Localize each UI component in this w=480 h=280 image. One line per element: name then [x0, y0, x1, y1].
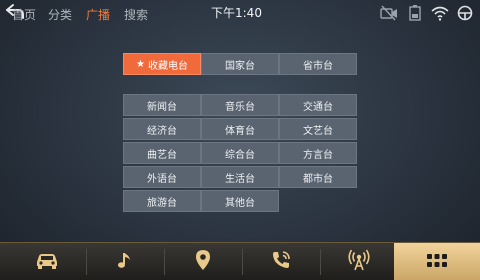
car-icon	[34, 250, 60, 274]
arts-station-button[interactable]: 文艺台	[279, 118, 357, 140]
general-station-button[interactable]: 综合台	[201, 142, 279, 164]
steering-wheel-icon	[456, 5, 474, 21]
tab-home[interactable]: 首页	[12, 6, 36, 23]
other-station-button[interactable]: 其他台	[201, 190, 279, 212]
tab-broadcast[interactable]: 广播	[86, 6, 110, 23]
apps-grid-icon	[427, 253, 447, 272]
favorites-button[interactable]: ★ 收藏电台	[123, 53, 201, 75]
dock-radio-button[interactable]	[320, 243, 398, 280]
battery-icon	[406, 5, 424, 21]
tab-search[interactable]: 搜索	[124, 6, 148, 23]
top-bar: 首页 分类 广播 搜索 下午1:40	[0, 0, 480, 28]
dock-navigation-button[interactable]	[164, 243, 242, 280]
foreign-language-station-button[interactable]: 外语台	[123, 166, 201, 188]
video-off-icon	[380, 5, 398, 21]
opera-station-button[interactable]: 曲艺台	[123, 142, 201, 164]
city-station-button[interactable]: 都市台	[279, 166, 357, 188]
music-icon	[115, 250, 135, 274]
favorites-label: 收藏电台	[147, 60, 188, 72]
travel-station-button[interactable]: 旅游台	[123, 190, 201, 212]
location-icon	[194, 249, 212, 275]
clock-time: 下午1:40	[211, 6, 262, 20]
dock-phone-button[interactable]	[242, 243, 320, 280]
bottom-dock	[0, 242, 480, 280]
music-station-button[interactable]: 音乐台	[201, 94, 279, 116]
dock-music-button[interactable]	[86, 243, 164, 280]
economy-station-button[interactable]: 经济台	[123, 118, 201, 140]
tab-category[interactable]: 分类	[48, 6, 72, 23]
traffic-station-button[interactable]: 交通台	[279, 94, 357, 116]
dock-apps-button[interactable]	[394, 243, 480, 280]
star-icon: ★	[136, 58, 145, 70]
radio-icon	[347, 249, 371, 275]
dialect-station-button[interactable]: 方言台	[279, 142, 357, 164]
national-station-button[interactable]: 国家台	[201, 53, 279, 75]
dock-car-button[interactable]	[8, 243, 86, 280]
news-station-button[interactable]: 新闻台	[123, 94, 201, 116]
wifi-icon	[431, 5, 449, 21]
lifestyle-station-button[interactable]: 生活台	[201, 166, 279, 188]
sports-station-button[interactable]: 体育台	[201, 118, 279, 140]
provincial-station-button[interactable]: 省市台	[279, 53, 357, 75]
phone-icon	[270, 249, 292, 275]
